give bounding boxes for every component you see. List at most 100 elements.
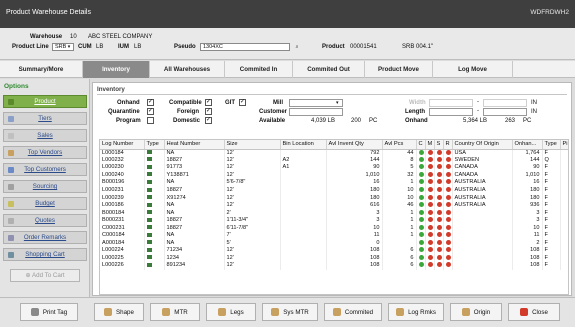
quarantine-checkbox[interactable]: ✓ [147, 108, 154, 115]
print-tag-button[interactable]: Print Tag [20, 303, 78, 321]
sidebar-item-shopping-cart[interactable]: Shopping Cart [3, 248, 87, 261]
column-header[interactable]: Type [542, 140, 561, 150]
onhand-checkbox[interactable]: ✓ [147, 99, 154, 106]
column-header[interactable]: Onhan... [512, 140, 543, 150]
width-to-input[interactable] [483, 99, 527, 107]
search-icon[interactable]: ⌕ [294, 44, 300, 50]
table-row[interactable]: L000184 NA 12' 792 44 USA 1,764 F [100, 149, 568, 157]
tab-commited-in[interactable]: Commited In [225, 61, 293, 78]
grid-cell: 1 [382, 216, 417, 225]
foreign-checkbox[interactable]: ✓ [205, 108, 212, 115]
tab-product-move[interactable]: Product Move [365, 61, 433, 78]
origin-button[interactable]: Origin [450, 303, 502, 321]
length-from-input[interactable] [429, 108, 473, 116]
grid-cell: 1,010 [326, 171, 383, 180]
column-header[interactable]: S [434, 140, 444, 150]
table-row[interactable]: B000196 NA 5'6-7/8" 16 1 AUSTRALIA 16 F [100, 179, 568, 187]
tab-log-move[interactable]: Log Move [433, 61, 513, 78]
table-row[interactable]: L000224 71234 12' 108 6 108 F [100, 247, 568, 255]
grid-cell [416, 247, 426, 255]
grid-cell: 3 [326, 216, 383, 225]
grid-cell: F [542, 209, 561, 217]
table-row[interactable]: L000240 Y138871 12' 1,010 32 CANADA 1,010 F [100, 171, 568, 180]
column-header[interactable]: Pi [560, 140, 568, 150]
sidebar-item-order-remarks[interactable]: Order Remarks [3, 231, 87, 244]
column-header[interactable]: Log Number [100, 140, 145, 150]
sidebar-item-sales[interactable]: Sales [3, 129, 87, 142]
tab-summary-more[interactable]: Summary/More [0, 61, 83, 78]
column-header[interactable]: Bin Location [280, 140, 327, 150]
status-flag-icon [436, 194, 442, 200]
status-flag-icon [427, 247, 433, 253]
type-flag-icon [146, 164, 152, 169]
column-header[interactable]: Heat Number [164, 140, 225, 150]
program-checkbox[interactable] [147, 117, 154, 124]
sidebar-item-tiers[interactable]: Tiers [3, 112, 87, 125]
sidebar-item-top-customers[interactable]: Top Customers [3, 163, 87, 176]
ium-value: LB [134, 44, 142, 50]
legs-button[interactable]: Legs [206, 303, 256, 321]
column-header[interactable]: C [416, 140, 426, 150]
add-to-cart-button[interactable]: ⊕ Add To Cart [10, 269, 80, 282]
type-flag-icon [146, 255, 152, 260]
column-header[interactable]: Avl Pcs [382, 140, 417, 150]
sidebar-item-sourcing[interactable]: Sourcing [3, 180, 87, 193]
grid-cell: 8 [382, 156, 417, 165]
grid-cell: F [542, 262, 561, 270]
table-row[interactable]: L000186 NA 12' 616 46 AUSTRALIA 936 F [100, 201, 568, 210]
mtr-button[interactable]: MTR [150, 303, 200, 321]
close-button[interactable]: Close [508, 303, 560, 321]
table-row[interactable]: C000184 NA 7' 11 1 11 F [100, 232, 568, 240]
log-remarks-button[interactable]: Log Rmks [388, 303, 444, 321]
table-row[interactable]: B000231 18827 1'11-3/4" 3 1 3 F [100, 216, 568, 225]
width-from-input[interactable] [429, 99, 473, 107]
commited-button[interactable]: Commited [324, 303, 382, 321]
grid-cell [425, 232, 435, 240]
column-header[interactable]: Type [144, 140, 165, 150]
customer-input[interactable] [289, 108, 343, 116]
grid-cell [443, 224, 453, 233]
table-row[interactable]: L000239 X91274 12' 180 10 AUSTRALIA 180 F [100, 194, 568, 202]
column-header[interactable]: R [443, 140, 453, 150]
available-pcs: 200 [351, 118, 362, 124]
git-checkbox[interactable]: ✓ [239, 99, 246, 106]
tab-inventory[interactable]: Inventory [83, 61, 150, 78]
status-flag-icon [427, 164, 433, 170]
column-header[interactable]: Size [224, 140, 281, 150]
grid-cell [443, 254, 453, 263]
table-row[interactable]: C000231 18827 6'11-7/8" 10 1 10 F [100, 224, 568, 233]
sys-mtr-button[interactable]: Sys MTR [262, 303, 318, 321]
table-row[interactable]: L000226 891234 12' 108 6 108 F [100, 262, 568, 270]
table-row[interactable]: B000184 NA 2' 3 1 3 F [100, 209, 568, 217]
grid-cell: F [542, 216, 561, 225]
table-row[interactable]: L000225 1234 12' 108 6 108 F [100, 254, 568, 263]
length-to-input[interactable] [483, 108, 527, 116]
type-flag-icon [146, 262, 152, 267]
pseudo-input[interactable]: 1304XC [200, 43, 290, 51]
domestic-checkbox[interactable]: ✓ [205, 117, 212, 124]
grid-cell [425, 209, 435, 217]
mill-label: Mill [273, 100, 283, 106]
table-row[interactable]: A000184 NA 5' 0 2 F [100, 239, 568, 248]
table-row[interactable]: L000232 18827 12' A2 144 8 SWEDEN 144 Q [100, 156, 568, 165]
table-row[interactable]: L000230 91773 12' A1 90 5 CANADA 90 F [100, 164, 568, 172]
column-header[interactable]: Country Of Origin [452, 140, 513, 150]
shape-button[interactable]: Shape [94, 303, 144, 321]
tab-all-warehouses[interactable]: All Warehouses [150, 61, 225, 78]
sidebar-item-product[interactable]: Product [3, 95, 87, 108]
column-header[interactable]: Avl Invent Qty [326, 140, 383, 150]
grid-cell: 108 [326, 247, 383, 255]
column-header[interactable]: M [425, 140, 435, 150]
compatible-checkbox[interactable]: ✓ [205, 99, 212, 106]
grid-cell: 44 [382, 149, 417, 157]
sidebar-item-budget[interactable]: Budget [3, 197, 87, 210]
table-row[interactable]: L000231 18827 12' 180 10 AUSTRALIA 180 F [100, 186, 568, 195]
grid-cell [280, 254, 327, 263]
grid-cell: 108 [512, 247, 543, 255]
sidebar-item-quotes[interactable]: Quotes [3, 214, 87, 227]
grid-cell: F [542, 201, 561, 210]
sidebar-item-top-vendors[interactable]: Top Vendors [3, 146, 87, 159]
mill-select[interactable] [289, 99, 343, 107]
tab-commited-out[interactable]: Commited Out [293, 61, 365, 78]
search-icon [104, 308, 113, 317]
